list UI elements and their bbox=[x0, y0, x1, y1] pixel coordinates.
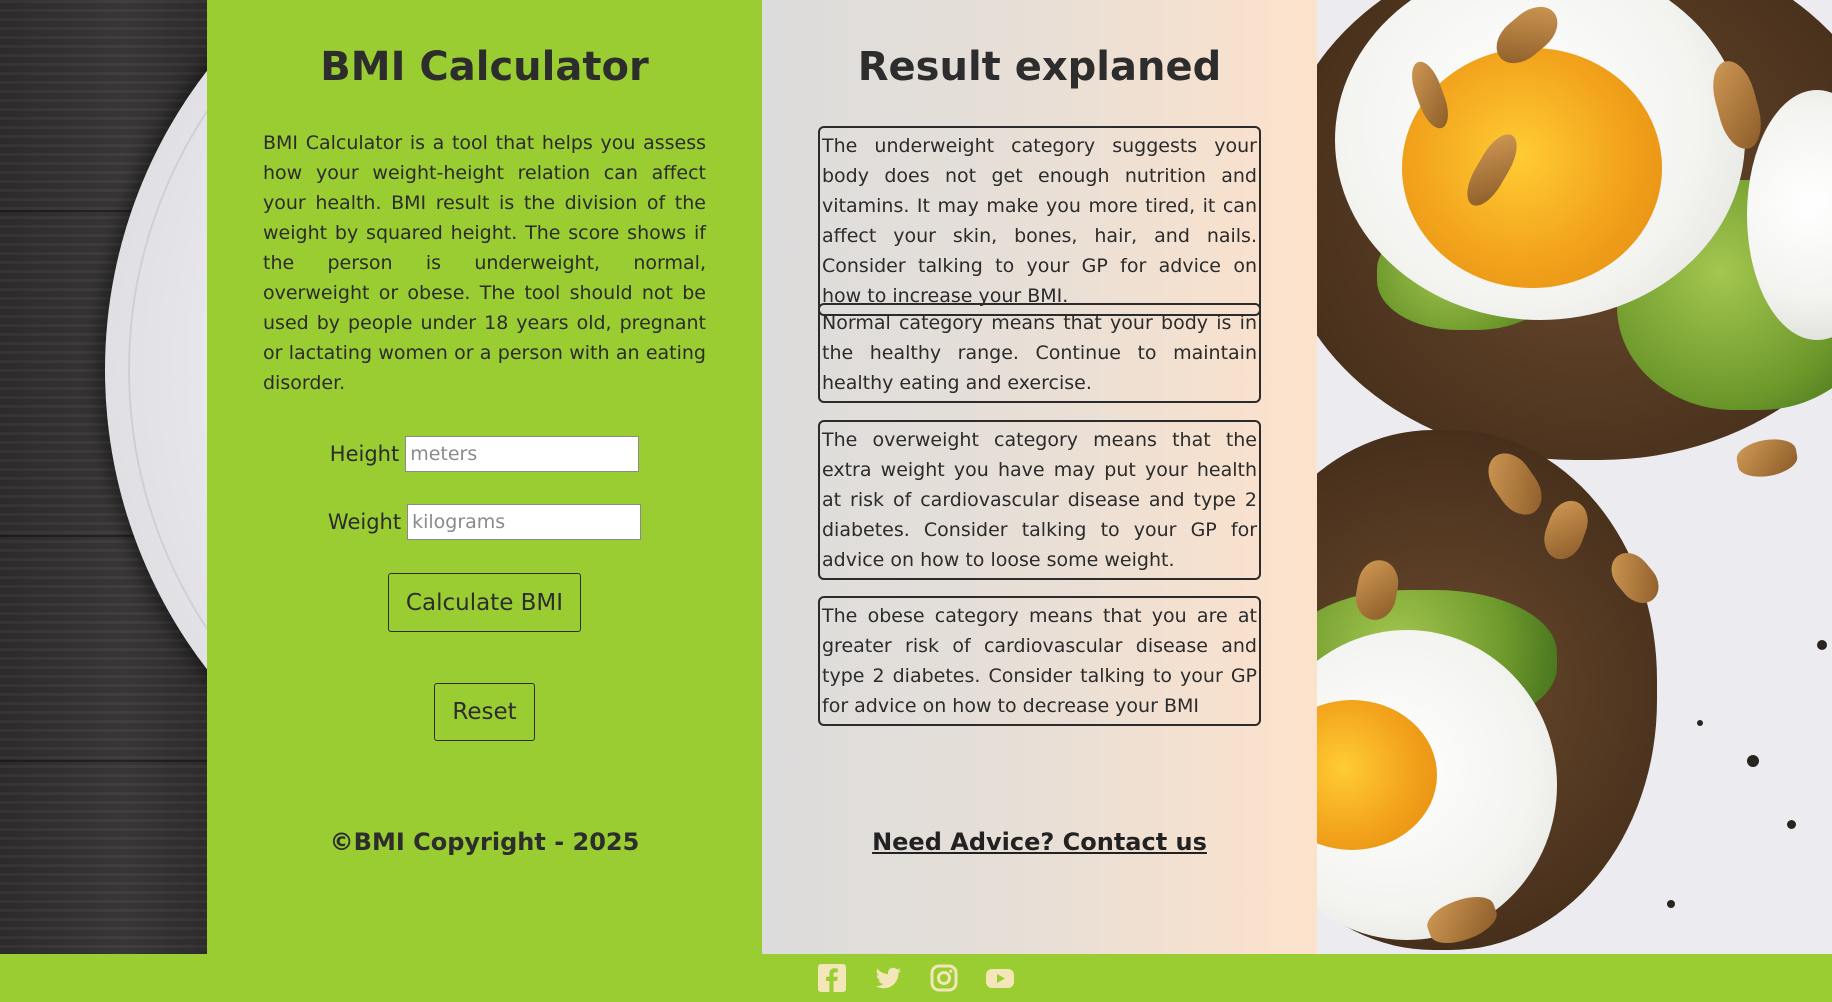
result-obese-box: The obese category means that you are at… bbox=[818, 596, 1261, 726]
weight-row: Weight bbox=[207, 504, 762, 540]
copyright-text: ©BMI Copyright - 2025 bbox=[329, 828, 640, 856]
contact-us-link[interactable]: Need Advice? Contact us bbox=[762, 828, 1317, 856]
result-overweight-box: The overweight category means that the e… bbox=[818, 420, 1261, 580]
footer bbox=[0, 954, 1832, 1002]
bmi-description: BMI Calculator is a tool that helps you … bbox=[263, 132, 706, 394]
weight-label: Weight bbox=[327, 510, 402, 534]
page: BMI Calculator BMI Calculator is a tool … bbox=[0, 0, 1832, 1002]
background-plate-image bbox=[0, 0, 207, 954]
bmi-title: BMI Calculator bbox=[320, 44, 649, 90]
result-underweight-box: The underweight category suggests your b… bbox=[818, 126, 1261, 316]
calculate-bmi-button[interactable]: Calculate BMI bbox=[388, 573, 581, 632]
youtube-icon[interactable] bbox=[984, 962, 1016, 994]
height-row: Height bbox=[207, 436, 762, 472]
height-input[interactable] bbox=[405, 436, 640, 472]
twitter-icon[interactable] bbox=[872, 962, 904, 994]
weight-input[interactable] bbox=[407, 504, 642, 540]
results-panel: Result explaned The underweight category… bbox=[762, 0, 1317, 954]
reset-button[interactable]: Reset bbox=[434, 683, 535, 741]
background-food-image bbox=[1317, 0, 1832, 954]
height-label: Height bbox=[329, 442, 400, 466]
facebook-icon[interactable] bbox=[816, 962, 848, 994]
results-title: Result explaned bbox=[857, 44, 1222, 90]
bmi-calculator-panel: BMI Calculator BMI Calculator is a tool … bbox=[207, 0, 762, 954]
instagram-icon[interactable] bbox=[928, 962, 960, 994]
result-normal-box: Normal category means that your body is … bbox=[818, 303, 1261, 403]
